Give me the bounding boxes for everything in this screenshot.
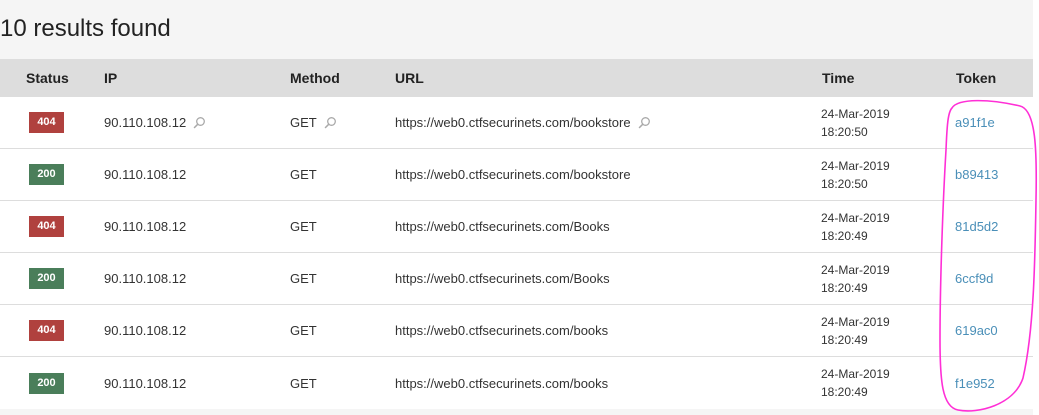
ip-cell: 90.110.108.12 <box>104 97 206 148</box>
status-cell: 404 <box>29 201 64 252</box>
status-cell: 200 <box>29 149 64 200</box>
time-date: 24-Mar-2019 <box>821 106 890 121</box>
url-value[interactable]: https://web0.ctfsecurinets.com/books <box>395 323 608 338</box>
table-row[interactable]: 200 90.110.108.12 GET https://web0.ctfsecur… <box>0 253 1033 305</box>
method-cell: GET <box>290 357 317 409</box>
table-row[interactable]: 404 90.110.108.12 GET https://web0.ctfsecur… <box>0 305 1033 357</box>
ip-value[interactable]: 90.110.108.12 <box>104 115 186 130</box>
table-row[interactable]: 200 90.110.108.12 GET https://web0.ctfsecur… <box>0 149 1033 201</box>
token-cell: f1e952 <box>955 357 995 409</box>
token-link[interactable]: a91f1e <box>955 115 995 130</box>
results-count-heading: 10 results found <box>0 15 171 42</box>
ip-value[interactable]: 90.110.108.12 <box>104 323 186 338</box>
status-cell: 200 <box>29 253 64 304</box>
method-cell: GET <box>290 201 317 252</box>
time-clock: 18:20:49 <box>821 280 868 295</box>
method-value[interactable]: GET <box>290 167 317 182</box>
url-value[interactable]: https://web0.ctfsecurinets.com/Books <box>395 219 610 234</box>
method-cell: GET <box>290 149 317 200</box>
token-link[interactable]: 6ccf9d <box>955 271 993 286</box>
magnifier-icon[interactable] <box>638 116 651 129</box>
url-value[interactable]: https://web0.ctfsecurinets.com/bookstore <box>395 167 631 182</box>
method-cell: GET <box>290 253 317 304</box>
ip-cell: 90.110.108.12 <box>104 201 186 252</box>
token-cell: 81d5d2 <box>955 201 998 252</box>
time-cell: 24-Mar-2019 18:20:50 <box>821 97 890 148</box>
ip-value[interactable]: 90.110.108.12 <box>104 167 186 182</box>
status-badge: 200 <box>29 164 64 185</box>
method-value[interactable]: GET <box>290 271 317 286</box>
token-link[interactable]: 81d5d2 <box>955 219 998 234</box>
token-cell: a91f1e <box>955 97 995 148</box>
magnifier-icon[interactable] <box>324 116 337 129</box>
time-cell: 24-Mar-2019 18:20:49 <box>821 305 890 356</box>
time-date: 24-Mar-2019 <box>821 314 890 329</box>
time-date: 24-Mar-2019 <box>821 262 890 277</box>
url-value[interactable]: https://web0.ctfsecurinets.com/bookstore <box>395 115 631 130</box>
method-value[interactable]: GET <box>290 219 317 234</box>
token-link[interactable]: 619ac0 <box>955 323 998 338</box>
token-cell: 6ccf9d <box>955 253 993 304</box>
url-value[interactable]: https://web0.ctfsecurinets.com/books <box>395 376 608 391</box>
time-clock: 18:20:49 <box>821 385 868 399</box>
time-clock: 18:20:50 <box>821 124 868 139</box>
ip-cell: 90.110.108.12 <box>104 149 186 200</box>
token-cell: 619ac0 <box>955 305 998 356</box>
time-date: 24-Mar-2019 <box>821 367 890 381</box>
status-badge: 404 <box>29 216 64 237</box>
method-value[interactable]: GET <box>290 115 317 130</box>
token-cell: b89413 <box>955 149 998 200</box>
status-badge: 404 <box>29 112 64 133</box>
time-cell: 24-Mar-2019 18:20:49 <box>821 253 890 304</box>
header-method[interactable]: Method <box>290 59 340 97</box>
status-badge: 200 <box>29 268 64 289</box>
status-cell: 404 <box>29 305 64 356</box>
time-clock: 18:20:50 <box>821 176 868 191</box>
header-status[interactable]: Status <box>26 59 69 97</box>
url-cell: https://web0.ctfsecurinets.com/bookstore <box>395 97 651 148</box>
url-cell: https://web0.ctfsecurinets.com/books <box>395 357 608 409</box>
token-link[interactable]: b89413 <box>955 167 998 182</box>
method-value[interactable]: GET <box>290 323 317 338</box>
table-body: 404 90.110.108.12 GET https://web0.ctfsecur… <box>0 97 1033 409</box>
url-value[interactable]: https://web0.ctfsecurinets.com/Books <box>395 271 610 286</box>
header-url[interactable]: URL <box>395 59 424 97</box>
url-cell: https://web0.ctfsecurinets.com/books <box>395 305 608 356</box>
header-ip[interactable]: IP <box>104 59 117 97</box>
method-cell: GET <box>290 97 337 148</box>
header-token[interactable]: Token <box>956 59 996 97</box>
table-row[interactable]: 404 90.110.108.12 GET https://web0.ctfsecur… <box>0 97 1033 149</box>
header-time[interactable]: Time <box>822 59 854 97</box>
method-cell: GET <box>290 305 317 356</box>
time-clock: 18:20:49 <box>821 228 868 243</box>
time-date: 24-Mar-2019 <box>821 210 890 225</box>
status-cell: 200 <box>29 357 64 409</box>
table-row[interactable]: 404 90.110.108.12 GET https://web0.ctfsecur… <box>0 201 1033 253</box>
status-badge: 404 <box>29 320 64 341</box>
url-cell: https://web0.ctfsecurinets.com/Books <box>395 201 610 252</box>
magnifier-icon[interactable] <box>193 116 206 129</box>
time-cell: 24-Mar-2019 18:20:49 <box>821 357 890 409</box>
url-cell: https://web0.ctfsecurinets.com/bookstore <box>395 149 631 200</box>
ip-value[interactable]: 90.110.108.12 <box>104 271 186 286</box>
method-value[interactable]: GET <box>290 376 317 391</box>
time-cell: 24-Mar-2019 18:20:50 <box>821 149 890 200</box>
status-badge: 200 <box>29 372 64 394</box>
ip-cell: 90.110.108.12 <box>104 253 186 304</box>
url-cell: https://web0.ctfsecurinets.com/Books <box>395 253 610 304</box>
status-cell: 404 <box>29 97 64 148</box>
table-header: Status IP Method URL Time Token <box>0 59 1033 97</box>
token-link[interactable]: f1e952 <box>955 376 995 391</box>
table-row[interactable]: 200 90.110.108.12 GET https://web0.ctfsecur… <box>0 357 1033 409</box>
ip-value[interactable]: 90.110.108.12 <box>104 219 186 234</box>
requests-table: Status IP Method URL Time Token 404 90.11… <box>0 59 1033 409</box>
ip-cell: 90.110.108.12 <box>104 305 186 356</box>
time-clock: 18:20:49 <box>821 332 868 347</box>
time-date: 24-Mar-2019 <box>821 158 890 173</box>
ip-value[interactable]: 90.110.108.12 <box>104 376 186 391</box>
time-cell: 24-Mar-2019 18:20:49 <box>821 201 890 252</box>
ip-cell: 90.110.108.12 <box>104 357 186 409</box>
